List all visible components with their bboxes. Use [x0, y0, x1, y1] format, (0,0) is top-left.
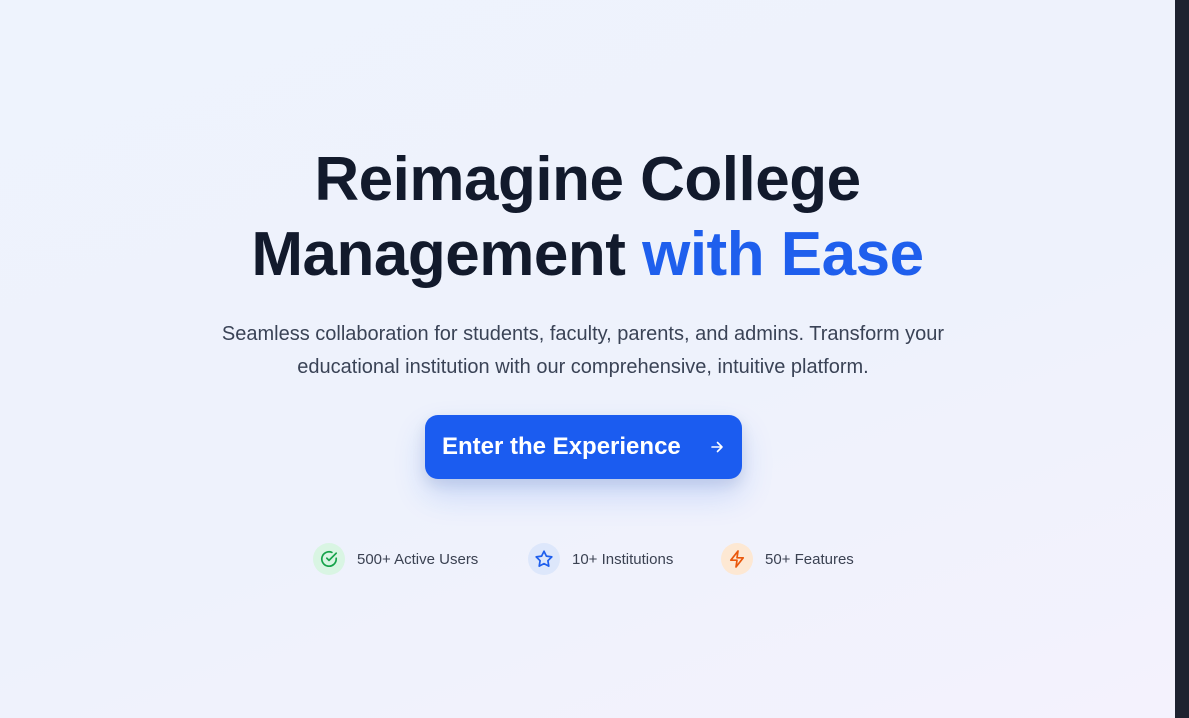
stat-badge [528, 543, 560, 575]
stat-badge [721, 543, 753, 575]
stat-badge [313, 543, 345, 575]
stat-label: 50+ Features [765, 550, 854, 568]
star-icon [535, 550, 553, 567]
landing-page: Reimagine College Management with Ease S… [0, 0, 1175, 718]
hero-title-line2: Management [251, 220, 643, 289]
enter-experience-label: Enter the Experience [442, 433, 681, 460]
stat-active-users: 500+ Active Users [313, 543, 478, 575]
stat-institutions: 10+ Institutions [528, 543, 673, 575]
stat-label: 500+ Active Users [357, 550, 479, 568]
stat-label: 10+ Institutions [572, 550, 674, 568]
scrollbar[interactable] [1175, 0, 1189, 718]
check-circle-icon [321, 550, 338, 568]
hero-title-line1: Reimagine College [314, 145, 861, 214]
lightning-icon [729, 550, 745, 568]
hero-title: Reimagine College Management with Ease [0, 142, 1175, 292]
arrow-right-icon [711, 441, 723, 453]
hero-subtitle: Seamless collaboration for students, fac… [221, 323, 945, 378]
stat-features: 50+ Features [721, 543, 854, 575]
hero-title-accent: with Ease [642, 220, 924, 289]
enter-experience-button[interactable]: Enter the Experience [425, 415, 742, 479]
